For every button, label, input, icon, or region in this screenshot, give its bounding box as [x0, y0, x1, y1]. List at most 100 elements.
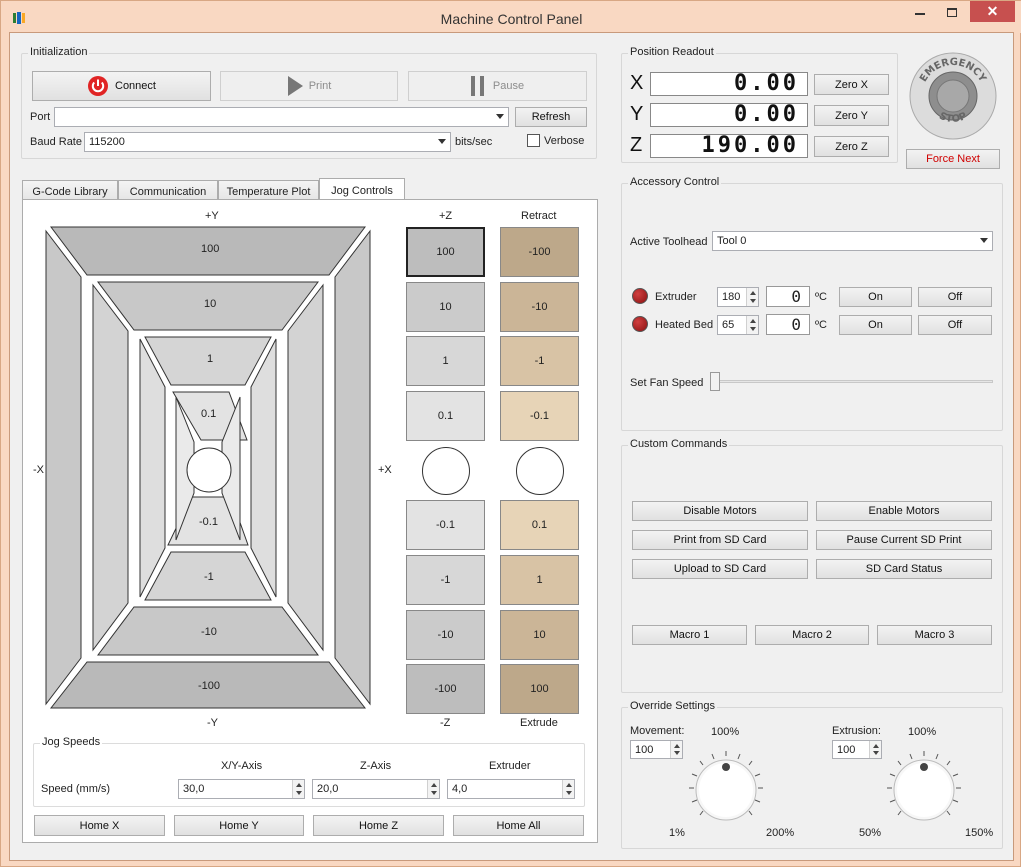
home-x-button[interactable]: Home X: [34, 815, 165, 836]
jog-extruder-button[interactable]: -10: [500, 282, 579, 332]
z-speed-input[interactable]: 20,0: [312, 779, 440, 799]
active-toolhead-select[interactable]: Tool 0: [712, 231, 993, 251]
extruder-temp-value: 180: [722, 291, 741, 303]
jog-z-button[interactable]: 100: [406, 227, 485, 277]
disable-motors-button[interactable]: Disable Motors: [632, 501, 808, 521]
extrusion-knob[interactable]: [886, 750, 962, 826]
y-step-label: -1: [204, 571, 214, 583]
pause-label: Pause: [492, 80, 525, 92]
play-icon: [287, 76, 303, 96]
initialization-group: Initialization Connect Print Pause Port …: [21, 46, 597, 159]
jog-extruder-button[interactable]: 100: [500, 664, 579, 714]
movement-max: 200%: [766, 827, 795, 839]
baud-rate-select[interactable]: 115200: [84, 132, 451, 152]
jog-x-plus-10[interactable]: [287, 283, 324, 652]
spinner-arrows-icon[interactable]: [869, 741, 881, 758]
spinner-arrows-icon[interactable]: [427, 780, 439, 798]
custom-commands-group: Custom Commands Disable Motors Enable Mo…: [621, 438, 1003, 693]
movement-knob[interactable]: [688, 750, 764, 826]
jog-x-plus-1[interactable]: [250, 338, 277, 598]
extrusion-input[interactable]: 100: [832, 740, 882, 759]
jog-x-plus-100[interactable]: [334, 229, 371, 706]
jog-extruder-button[interactable]: 0.1: [500, 500, 579, 550]
y-axis-label: Y: [630, 103, 644, 125]
jog-z-button[interactable]: 0.1: [406, 391, 485, 441]
home-all-button[interactable]: Home All: [453, 815, 584, 836]
spinner-arrows-icon[interactable]: [670, 741, 682, 758]
extruder-off-button[interactable]: Off: [918, 287, 992, 307]
jog-x-minus-10[interactable]: [92, 283, 129, 652]
jog-z-button[interactable]: 10: [406, 282, 485, 332]
spinner-arrows-icon[interactable]: [746, 288, 758, 306]
z-position-display: 190.00: [650, 133, 808, 158]
xy-speed-input[interactable]: 30,0: [178, 779, 305, 799]
jog-z-button[interactable]: -1: [406, 555, 485, 605]
heated-bed-unit: ºC: [815, 319, 827, 331]
movement-percent: 100%: [711, 726, 740, 738]
chevron-down-icon: [980, 238, 988, 243]
home-y-button[interactable]: Home Y: [174, 815, 304, 836]
override-settings-title: Override Settings: [628, 700, 717, 712]
sd-card-status-button[interactable]: SD Card Status: [816, 559, 992, 579]
maximize-icon[interactable]: [947, 8, 957, 17]
verbose-label: Verbose: [544, 135, 585, 147]
spinner-arrows-icon[interactable]: [562, 780, 574, 798]
port-select[interactable]: [54, 107, 509, 127]
emergency-stop-button[interactable]: EMERGENCY STOP: [908, 51, 998, 141]
connect-button[interactable]: Connect: [32, 71, 211, 101]
extruder-speed-input[interactable]: 4,0: [447, 779, 575, 799]
home-z-button[interactable]: Home Z: [313, 815, 444, 836]
knob-indicator-icon: [920, 763, 928, 771]
xy-center-button[interactable]: [186, 447, 232, 493]
jog-extruder-button[interactable]: -100: [500, 227, 579, 277]
y-step-label: 1: [207, 353, 214, 365]
heated-bed-on-button[interactable]: On: [839, 315, 912, 335]
knob-indicator-icon: [722, 763, 730, 771]
pause-button[interactable]: Pause: [408, 71, 587, 101]
fan-speed-label: Set Fan Speed: [630, 377, 704, 389]
movement-input[interactable]: 100: [630, 740, 683, 759]
extruder-speed-value: 4,0: [452, 783, 468, 795]
fan-speed-slider[interactable]: [710, 372, 720, 391]
jog-x-minus-100[interactable]: [45, 229, 82, 706]
jog-extruder-button[interactable]: -0.1: [500, 391, 579, 441]
jog-z-button[interactable]: -100: [406, 664, 485, 714]
print-from-sd-button[interactable]: Print from SD Card: [632, 530, 808, 550]
fan-speed-track: [712, 380, 993, 383]
spinner-arrows-icon[interactable]: [746, 316, 758, 334]
pause-sd-print-button[interactable]: Pause Current SD Print: [816, 530, 992, 550]
plus-x-label: +X: [378, 464, 392, 476]
jog-extruder-button[interactable]: -1: [500, 336, 579, 386]
spinner-arrows-icon[interactable]: [292, 780, 304, 798]
upload-to-sd-button[interactable]: Upload to SD Card: [632, 559, 808, 579]
enable-motors-button[interactable]: Enable Motors: [816, 501, 992, 521]
macro-3-button[interactable]: Macro 3: [877, 625, 992, 645]
jog-z-button[interactable]: 1: [406, 336, 485, 386]
zero-z-button[interactable]: Zero Z: [814, 136, 889, 157]
movement-value: 100: [635, 744, 654, 756]
z-speed-value: 20,0: [317, 783, 339, 795]
print-button[interactable]: Print: [220, 71, 398, 101]
jog-extruder-button[interactable]: 10: [500, 610, 579, 660]
heated-bed-temp-input[interactable]: 65: [717, 315, 759, 335]
extruder-temp-input[interactable]: 180: [717, 287, 759, 307]
jog-extruder-button[interactable]: 1: [500, 555, 579, 605]
extruder-unit: ºC: [815, 291, 827, 303]
jog-z-button[interactable]: -10: [406, 610, 485, 660]
zero-x-button[interactable]: Zero X: [814, 74, 889, 95]
minimize-icon[interactable]: [915, 13, 925, 15]
force-next-button[interactable]: Force Next: [906, 149, 1000, 169]
macro-1-button[interactable]: Macro 1: [632, 625, 747, 645]
jog-z-button[interactable]: -0.1: [406, 500, 485, 550]
heated-bed-off-button[interactable]: Off: [918, 315, 992, 335]
verbose-checkbox[interactable]: [527, 134, 540, 147]
refresh-button[interactable]: Refresh: [515, 107, 587, 127]
close-button[interactable]: ✕: [970, 1, 1015, 22]
macro-2-button[interactable]: Macro 2: [755, 625, 869, 645]
extruder-center-button[interactable]: [516, 447, 564, 495]
z-center-button[interactable]: [422, 447, 470, 495]
extruder-on-button[interactable]: On: [839, 287, 912, 307]
print-label: Print: [308, 80, 332, 92]
zero-y-button[interactable]: Zero Y: [814, 105, 889, 126]
jog-x-minus-1[interactable]: [139, 338, 166, 598]
